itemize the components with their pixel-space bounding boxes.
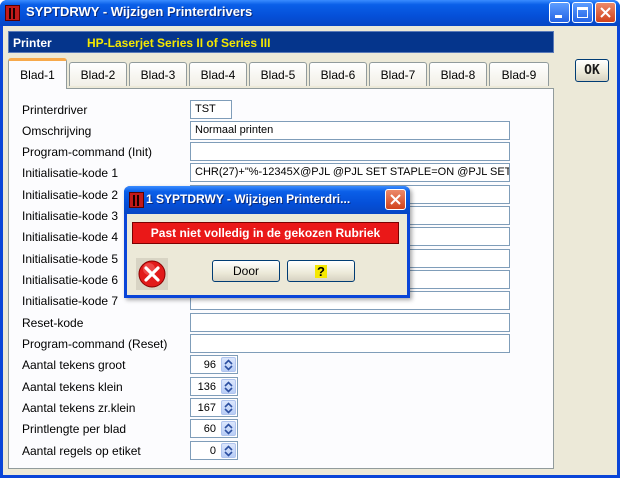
updown-arrows-icon[interactable] bbox=[221, 421, 236, 436]
error-icon bbox=[136, 258, 168, 290]
printlengte-value: 60 bbox=[203, 423, 216, 435]
printlengte-stepper[interactable]: 60 bbox=[190, 419, 238, 438]
reset-kode-field[interactable] bbox=[190, 313, 510, 332]
init-kode-5-label: Initialisatie-kode 5 bbox=[22, 252, 119, 266]
tekens-groot-value: 96 bbox=[203, 359, 216, 371]
tekens-groot-label: Aantal tekens groot bbox=[22, 358, 126, 372]
tab-blad-4[interactable]: Blad-4 bbox=[189, 62, 247, 86]
updown-arrows-icon[interactable] bbox=[221, 400, 236, 415]
tekens-zr-klein-value: 167 bbox=[197, 402, 216, 414]
printerdriver-field[interactable]: TST bbox=[190, 100, 232, 119]
reset-kode-label: Reset-kode bbox=[22, 316, 84, 330]
tab-blad-2[interactable]: Blad-2 bbox=[69, 62, 127, 86]
help-question-icon: ? bbox=[315, 263, 327, 279]
program-command-init-field[interactable] bbox=[190, 142, 510, 161]
minimize-button[interactable] bbox=[549, 2, 570, 23]
tekens-groot-stepper[interactable]: 96 bbox=[190, 355, 238, 374]
init-kode-1-field[interactable]: CHR(27)+"%-12345X@PJL @PJL SET STAPLE=ON… bbox=[190, 163, 510, 182]
tab-blad-6[interactable]: Blad-6 bbox=[309, 62, 367, 86]
dialog-title: 1 SYPTDRWY - Wijzigen Printerdri... bbox=[146, 192, 351, 206]
printer-label: Printer bbox=[13, 36, 52, 50]
tekens-klein-value: 136 bbox=[197, 381, 216, 393]
init-kode-4-label: Initialisatie-kode 4 bbox=[22, 230, 119, 244]
tab-blad-8[interactable]: Blad-8 bbox=[429, 62, 487, 86]
tab-blad-1[interactable]: Blad-1 bbox=[8, 58, 67, 89]
close-icon bbox=[390, 194, 401, 205]
help-button[interactable]: ? bbox=[287, 260, 355, 282]
dialog-title-bar[interactable]: 1 SYPTDRWY - Wijzigen Printerdri... bbox=[124, 186, 410, 214]
window-title: SYPTDRWY - Wijzigen Printerdrivers bbox=[26, 4, 253, 19]
close-icon bbox=[600, 7, 611, 18]
program-command-reset-label: Program-command (Reset) bbox=[22, 337, 168, 351]
tab-blad-9[interactable]: Blad-9 bbox=[489, 62, 549, 86]
dialog-app-icon bbox=[129, 192, 144, 208]
omschrijving-field[interactable]: Normaal printen bbox=[190, 121, 510, 140]
updown-arrows-icon[interactable] bbox=[221, 443, 236, 458]
tekens-zr-klein-label: Aantal tekens zr.klein bbox=[22, 401, 136, 415]
tekens-klein-stepper[interactable]: 136 bbox=[190, 377, 238, 396]
regels-etiket-value: 0 bbox=[209, 445, 216, 457]
program-command-init-label: Program-command (Init) bbox=[22, 145, 153, 159]
ok-button[interactable]: OK bbox=[575, 59, 609, 82]
program-command-reset-field[interactable] bbox=[190, 334, 510, 353]
updown-arrows-icon[interactable] bbox=[221, 357, 236, 372]
maximize-icon bbox=[577, 7, 588, 18]
dialog-close-button[interactable] bbox=[385, 189, 406, 210]
omschrijving-label: Omschrijving bbox=[22, 124, 92, 138]
error-message: Past niet volledig in de gekozen Rubriek bbox=[132, 222, 399, 244]
tab-blad-5[interactable]: Blad-5 bbox=[249, 62, 307, 86]
close-button[interactable] bbox=[595, 2, 616, 23]
door-button[interactable]: Door bbox=[212, 260, 280, 282]
dialog-client: Past niet volledig in de gekozen Rubriek… bbox=[127, 214, 407, 295]
app-icon bbox=[5, 5, 20, 21]
title-bar[interactable]: SYPTDRWY - Wijzigen Printerdrivers bbox=[0, 0, 620, 26]
printlengte-label: Printlengte per blad bbox=[22, 422, 127, 436]
tekens-klein-label: Aantal tekens klein bbox=[22, 380, 123, 394]
error-dialog: 1 SYPTDRWY - Wijzigen Printerdri... Past… bbox=[124, 186, 410, 298]
regels-etiket-label: Aantal regels op etiket bbox=[22, 444, 141, 458]
maximize-button[interactable] bbox=[572, 2, 593, 23]
init-kode-1-label: Initialisatie-kode 1 bbox=[22, 166, 119, 180]
init-kode-3-label: Initialisatie-kode 3 bbox=[22, 209, 119, 223]
tab-blad-7[interactable]: Blad-7 bbox=[369, 62, 427, 86]
minimize-icon bbox=[555, 15, 562, 18]
tab-blad-3[interactable]: Blad-3 bbox=[129, 62, 187, 86]
tekens-zr-klein-stepper[interactable]: 167 bbox=[190, 398, 238, 417]
printer-bar: Printer HP-Laserjet Series II of Series … bbox=[8, 31, 554, 53]
init-kode-2-label: Initialisatie-kode 2 bbox=[22, 188, 119, 202]
init-kode-6-label: Initialisatie-kode 6 bbox=[22, 273, 119, 287]
printerdriver-label: Printerdriver bbox=[22, 103, 88, 117]
init-kode-7-label: Initialisatie-kode 7 bbox=[22, 294, 119, 308]
regels-etiket-stepper[interactable]: 0 bbox=[190, 441, 238, 460]
printer-value: HP-Laserjet Series II of Series III bbox=[87, 36, 271, 50]
updown-arrows-icon[interactable] bbox=[221, 379, 236, 394]
